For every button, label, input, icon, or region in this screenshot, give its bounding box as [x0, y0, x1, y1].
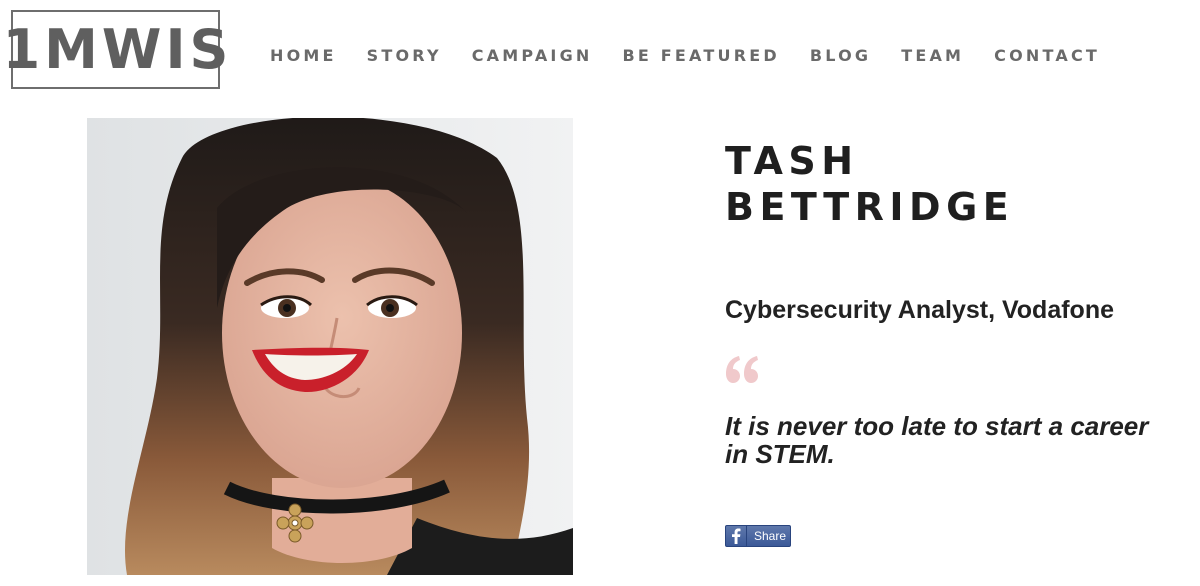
share-label: Share — [754, 529, 787, 543]
profile-quote: It is never too late to start a career i… — [725, 411, 1149, 469]
nav-item-team[interactable]: TEAM — [901, 46, 964, 65]
nav-item-be-featured[interactable]: BE FEATURED — [623, 46, 780, 65]
quote-mark-icon — [726, 356, 758, 383]
profile-photo — [87, 118, 573, 575]
first-name: TASH — [725, 139, 859, 183]
nav-item-blog[interactable]: BLOG — [810, 46, 871, 65]
logo-text: 1MWIS — [2, 17, 233, 81]
nav-item-home[interactable]: HOME — [270, 46, 337, 65]
facebook-icon — [726, 526, 747, 546]
nav-item-campaign[interactable]: CAMPAIGN — [472, 46, 593, 65]
profile-name: TASH BETTRIDGE — [725, 138, 1014, 230]
facebook-share-button[interactable]: Share — [725, 525, 791, 547]
site-logo[interactable]: 1MWIS — [3, 10, 228, 89]
nav-item-contact[interactable]: CONTACT — [994, 46, 1100, 65]
main-nav: HOME STORY CAMPAIGN BE FEATURED BLOG TEA… — [270, 46, 1130, 65]
portrait-illustration — [87, 118, 573, 575]
nav-item-story[interactable]: STORY — [367, 46, 442, 65]
last-name: BETTRIDGE — [725, 185, 1015, 229]
profile-role: Cybersecurity Analyst, Vodafone — [725, 296, 1115, 324]
